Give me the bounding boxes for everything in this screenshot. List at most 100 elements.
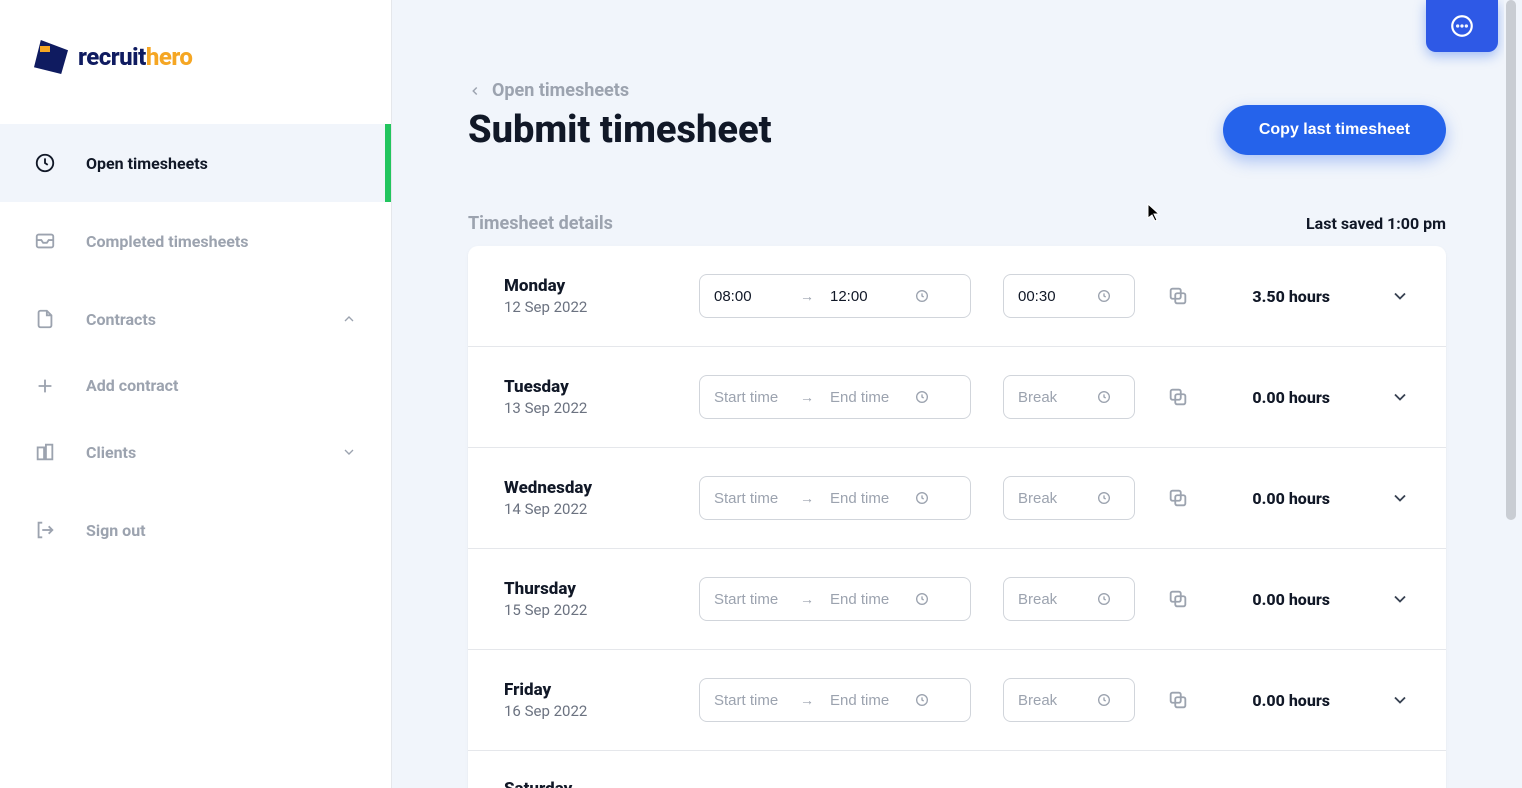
- clock-icon: [1096, 692, 1112, 708]
- arrow-right-icon: →: [798, 490, 816, 507]
- end-time-input[interactable]: [816, 490, 914, 507]
- section-label: Timesheet details: [468, 213, 613, 234]
- clock-icon: [34, 152, 56, 174]
- copy-icon[interactable]: [1167, 487, 1189, 509]
- day-date: 13 Sep 2022: [504, 399, 679, 417]
- day-name: Tuesday: [504, 377, 679, 397]
- arrow-right-icon: →: [798, 389, 816, 406]
- break-input[interactable]: [1004, 692, 1096, 709]
- hours-total: 0.00 hours: [1252, 388, 1330, 407]
- chevron-down-icon: [341, 444, 357, 460]
- plus-icon: [34, 375, 56, 397]
- clock-icon: [914, 389, 930, 405]
- day-name: Saturday: [504, 779, 679, 788]
- arrow-right-icon: →: [798, 591, 816, 608]
- day-date: 16 Sep 2022: [504, 702, 679, 720]
- sidebar-item-open-timesheets[interactable]: Open timesheets: [0, 124, 391, 202]
- end-time-input[interactable]: [816, 389, 914, 406]
- time-range-field: →: [699, 375, 971, 419]
- chevron-down-icon[interactable]: [1390, 387, 1410, 407]
- sidebar-item-add-contract[interactable]: Add contract: [0, 358, 391, 413]
- hours-total: 0.00 hours: [1252, 590, 1330, 609]
- chevron-down-icon[interactable]: [1390, 589, 1410, 609]
- break-field: [1003, 476, 1135, 520]
- sidebar-label: Completed timesheets: [86, 232, 249, 251]
- clock-icon: [914, 490, 930, 506]
- time-range-field: →: [699, 678, 971, 722]
- scrollbar-thumb[interactable]: [1506, 0, 1516, 520]
- clock-icon: [914, 288, 930, 304]
- day-info: Wednesday 14 Sep 2022: [504, 478, 679, 518]
- start-time-input[interactable]: [700, 692, 798, 709]
- day-date: 14 Sep 2022: [504, 500, 679, 518]
- hours-total: 0.00 hours: [1252, 691, 1330, 710]
- brand-logo[interactable]: recruithero: [0, 0, 391, 114]
- sidebar-label: Add contract: [86, 376, 178, 395]
- chat-icon: [1449, 13, 1475, 39]
- last-saved-text: Last saved 1:00 pm: [1306, 214, 1446, 233]
- day-name: Monday: [504, 276, 679, 296]
- signout-icon: [34, 519, 56, 541]
- chevron-left-icon: [468, 84, 482, 98]
- sidebar-label: Contracts: [86, 310, 156, 329]
- time-range-field: →: [699, 274, 971, 318]
- sidebar-item-completed-timesheets[interactable]: Completed timesheets: [0, 202, 391, 280]
- day-name: Wednesday: [504, 478, 679, 498]
- copy-slot: [1167, 487, 1189, 509]
- copy-slot: [1167, 386, 1189, 408]
- end-time-input[interactable]: [816, 591, 914, 608]
- copy-icon[interactable]: [1167, 588, 1189, 610]
- sidebar-label: Clients: [86, 443, 136, 462]
- day-row: Saturday 17 Sep 2022 WEEKEND → 0.00 hour…: [468, 751, 1446, 788]
- hours-total: 3.50 hours: [1252, 287, 1330, 306]
- time-range-field: →: [699, 476, 971, 520]
- arrow-right-icon: →: [798, 692, 816, 709]
- timesheet-card: Monday 12 Sep 2022 → 3.50 hours Tuesday: [468, 246, 1446, 788]
- copy-slot: [1167, 588, 1189, 610]
- sidebar-nav: Open timesheets Completed timesheets Con…: [0, 124, 391, 569]
- start-time-input[interactable]: [700, 288, 798, 305]
- sidebar: recruithero Open timesheets Completed ti…: [0, 0, 392, 788]
- sidebar-item-signout[interactable]: Sign out: [0, 491, 391, 569]
- break-field: [1003, 375, 1135, 419]
- copy-last-timesheet-button[interactable]: Copy last timesheet: [1223, 105, 1446, 155]
- copy-icon[interactable]: [1167, 689, 1189, 711]
- sidebar-label: Sign out: [86, 521, 146, 540]
- chat-button[interactable]: [1426, 0, 1498, 52]
- copy-slot: [1167, 689, 1189, 711]
- start-time-input[interactable]: [700, 490, 798, 507]
- clock-icon: [1096, 288, 1112, 304]
- day-row: Wednesday 14 Sep 2022 → 0.00 hours: [468, 448, 1446, 549]
- day-date: 15 Sep 2022: [504, 601, 679, 619]
- break-input[interactable]: [1004, 591, 1096, 608]
- sidebar-item-clients[interactable]: Clients: [0, 413, 391, 491]
- copy-slot: [1167, 285, 1189, 307]
- copy-icon[interactable]: [1167, 386, 1189, 408]
- break-input[interactable]: [1004, 288, 1096, 305]
- page-title: Submit timesheet: [468, 108, 772, 152]
- chevron-down-icon[interactable]: [1390, 286, 1410, 306]
- end-time-input[interactable]: [816, 288, 914, 305]
- chevron-up-icon: [341, 311, 357, 327]
- day-name: Thursday: [504, 579, 679, 599]
- sidebar-item-contracts[interactable]: Contracts: [0, 280, 391, 358]
- start-time-input[interactable]: [700, 591, 798, 608]
- chevron-down-icon[interactable]: [1390, 690, 1410, 710]
- breadcrumb[interactable]: Open timesheets: [468, 80, 1446, 101]
- start-time-input[interactable]: [700, 389, 798, 406]
- day-name: Friday: [504, 680, 679, 700]
- break-input[interactable]: [1004, 389, 1096, 406]
- copy-icon[interactable]: [1167, 285, 1189, 307]
- day-info: Saturday 17 Sep 2022 WEEKEND: [504, 779, 679, 788]
- clock-icon: [914, 591, 930, 607]
- day-row: Monday 12 Sep 2022 → 3.50 hours: [468, 246, 1446, 347]
- time-range-field: →: [699, 577, 971, 621]
- arrow-right-icon: →: [798, 288, 816, 305]
- scrollbar[interactable]: [1504, 0, 1518, 788]
- time-inputs: → 0.00 hours: [699, 577, 1410, 621]
- chevron-down-icon[interactable]: [1390, 488, 1410, 508]
- clock-icon: [1096, 591, 1112, 607]
- buildings-icon: [34, 441, 56, 463]
- break-input[interactable]: [1004, 490, 1096, 507]
- end-time-input[interactable]: [816, 692, 914, 709]
